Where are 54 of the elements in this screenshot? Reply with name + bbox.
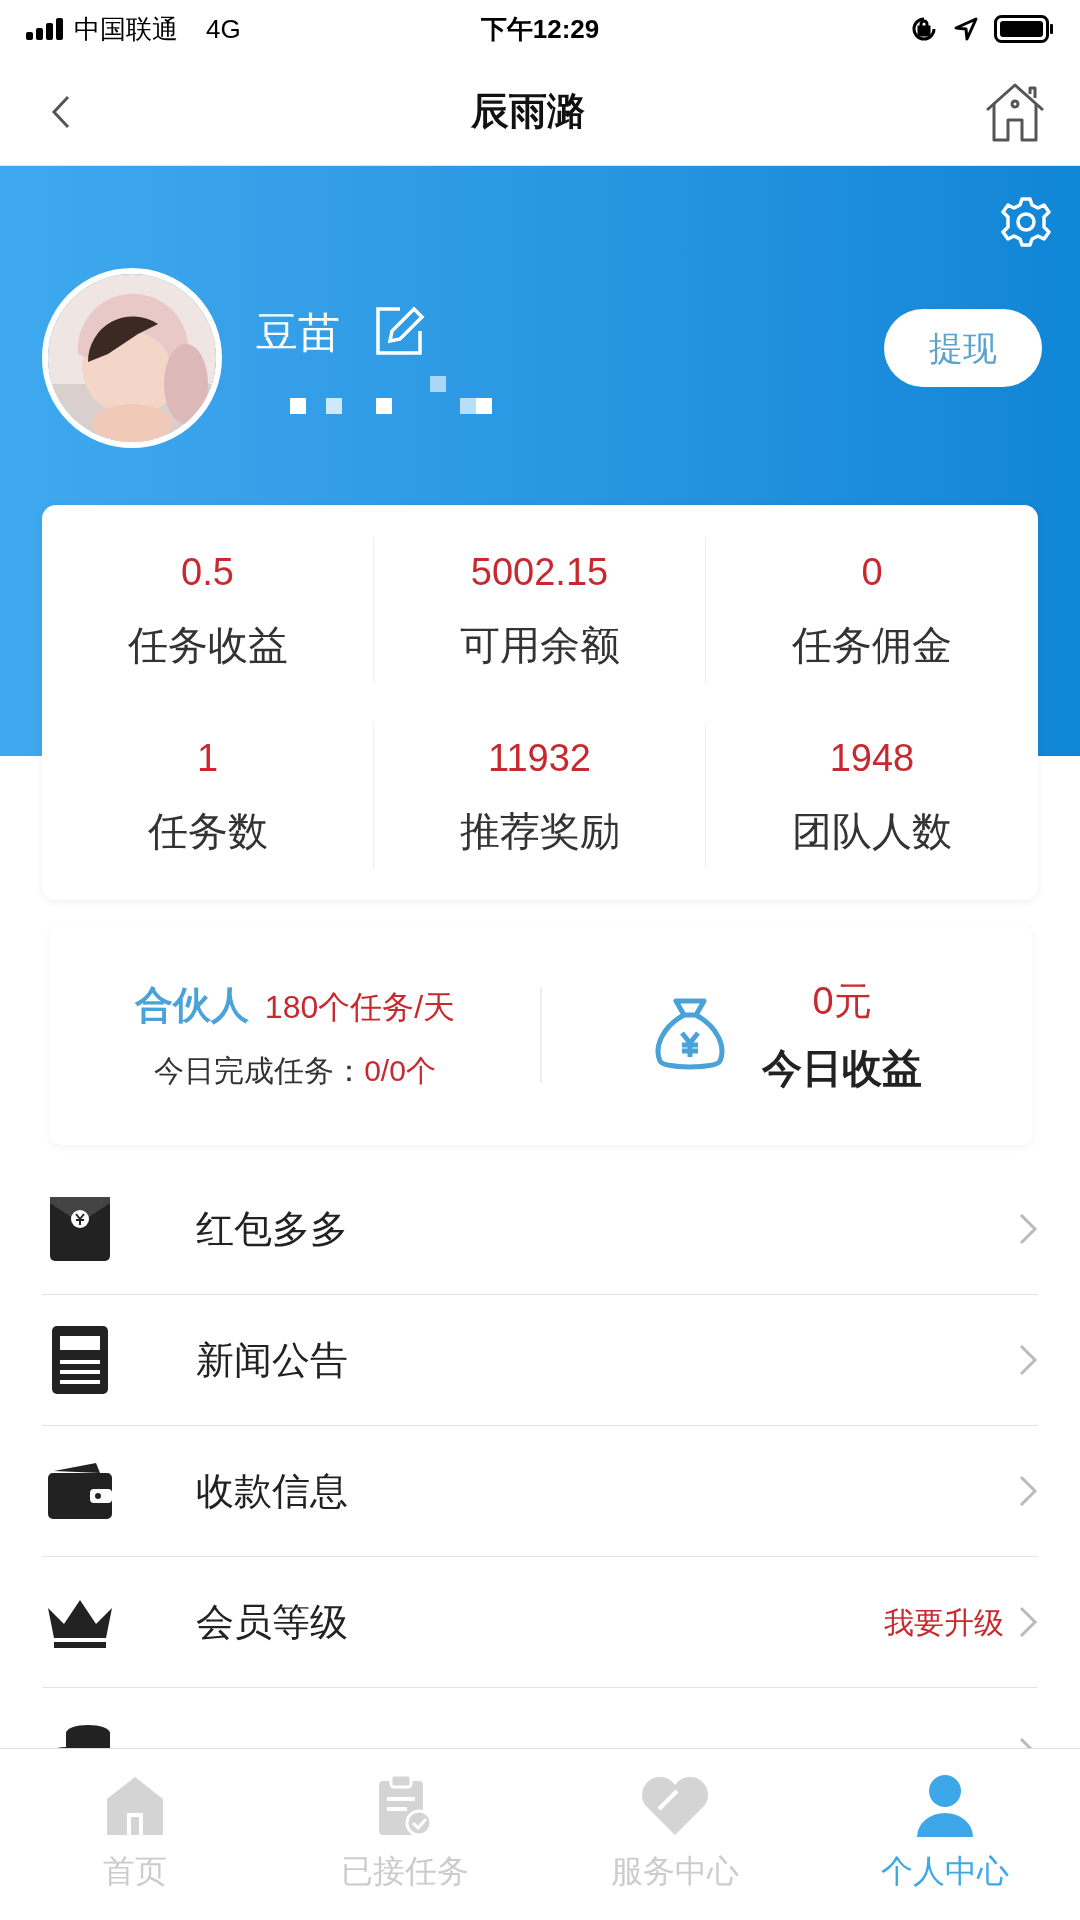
- menu-label: 收款信息: [196, 1468, 349, 1514]
- withdraw-button[interactable]: 提现: [884, 309, 1042, 387]
- home-button[interactable]: [984, 81, 1046, 142]
- stat-label: 任务收益: [127, 622, 288, 670]
- upgrade-link[interactable]: 我要升级: [884, 1599, 1004, 1645]
- clipboard-check-icon: [377, 1773, 433, 1837]
- heart-icon: [639, 1775, 711, 1837]
- clock-time: 下午12:29: [479, 12, 601, 46]
- menu-row[interactable]: 收款信息: [42, 1426, 1038, 1557]
- menu-row[interactable]: 新闻公告: [42, 1295, 1038, 1426]
- completed-value: 0/0个: [364, 1053, 436, 1089]
- back-chevron-icon: [50, 93, 72, 130]
- chevron-right-icon: [1018, 1474, 1038, 1508]
- news-icon: [50, 1324, 110, 1396]
- today-earnings-label: 今日收益: [762, 1044, 922, 1092]
- stat-value: 1: [196, 735, 219, 781]
- stat-value: 11932: [488, 735, 591, 781]
- chevron-right-icon: [1018, 1605, 1038, 1639]
- menu-label: 红包多多: [196, 1206, 349, 1252]
- stat-value: 5002.15: [470, 550, 609, 596]
- member-level: 合伙人: [134, 983, 249, 1028]
- menu-label: 会员等级: [196, 1599, 349, 1645]
- completed-label: 今日完成任务：: [154, 1053, 365, 1089]
- person-icon: [915, 1773, 975, 1837]
- today-earnings-amount: 0元: [812, 978, 872, 1024]
- carrier-name: 中国联通: [74, 12, 178, 46]
- stat-label: 团队人数: [792, 807, 952, 855]
- settings-button[interactable]: [1000, 196, 1052, 248]
- house-outline-icon: [984, 81, 1046, 142]
- page-title: 辰雨潞: [471, 89, 585, 134]
- home-icon: [105, 1775, 165, 1837]
- daily-task-quota: 180个任务/天: [264, 988, 456, 1027]
- signal-icon: [26, 18, 66, 40]
- envelope-icon: [48, 1195, 112, 1263]
- settings-icon: [1000, 196, 1052, 248]
- network-type: 4G: [206, 12, 241, 46]
- stat-label: 任务数: [147, 807, 268, 855]
- back-button[interactable]: [50, 93, 72, 130]
- stat-value: 0: [861, 550, 883, 596]
- battery-icon: [994, 15, 1054, 43]
- rotation-lock-icon: [910, 15, 938, 43]
- stat-label: 可用余额: [459, 622, 620, 670]
- user-name: 豆苗: [256, 307, 340, 358]
- wallet-icon: [46, 1461, 114, 1521]
- stat-value: 0.5: [181, 550, 234, 596]
- stat-value: 1948: [829, 735, 915, 781]
- location-arrow-icon: [954, 17, 978, 41]
- stat-label: 任务佣金: [792, 622, 952, 670]
- menu-row[interactable]: 红包多多: [42, 1164, 1038, 1295]
- chevron-right-icon: [1018, 1212, 1038, 1246]
- chevron-right-icon: [1018, 1343, 1038, 1377]
- menu-label: 新闻公告: [196, 1337, 349, 1383]
- stat-label: 推荐奖励: [459, 807, 620, 855]
- menu-row[interactable]: 会员等级 我要升级: [42, 1557, 1038, 1688]
